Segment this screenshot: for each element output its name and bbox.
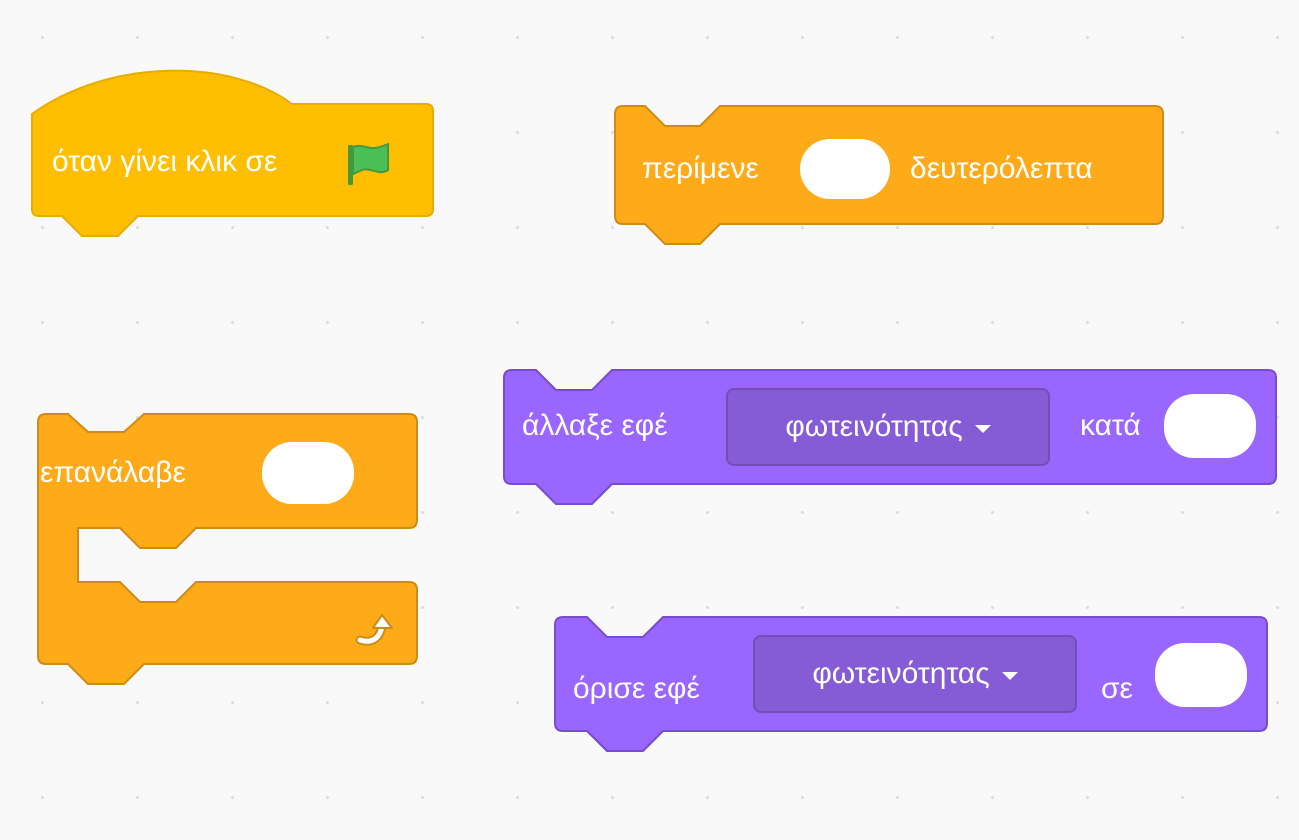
change-effect-value-input[interactable] — [1164, 394, 1256, 458]
change-effect-dropdown-value: φωτεινότητας — [785, 410, 963, 443]
set-to-label: σε — [1101, 672, 1133, 705]
set-effect-value-input[interactable] — [1155, 643, 1247, 707]
change-by-label: κατά — [1080, 409, 1141, 442]
set-effect-block[interactable]: όρισε εφέ φωτεινότητας σε — [553, 613, 1271, 765]
change-effect-dropdown[interactable]: φωτεινότητας — [726, 388, 1050, 466]
dropdown-caret-icon — [974, 424, 991, 433]
green-flag-icon — [344, 142, 392, 186]
wait-label: περίμενε — [642, 152, 759, 185]
wait-seconds-block[interactable]: περίμενε δευτερόλεπτα — [612, 104, 1168, 245]
dropdown-caret-icon — [1001, 671, 1018, 680]
set-effect-label: όρισε εφέ — [573, 672, 700, 705]
seconds-label: δευτερόλεπτα — [910, 152, 1093, 185]
loop-arrow-icon — [355, 612, 396, 648]
repeat-count-input[interactable] — [262, 442, 354, 504]
repeat-label: επανάλαβε — [40, 456, 186, 489]
repeat-block[interactable]: επανάλαβε — [36, 412, 421, 686]
change-effect-label: άλλαξε εφέ — [522, 409, 668, 442]
when-flag-clicked-block[interactable]: όταν γίνει κλικ σε — [30, 68, 435, 240]
set-effect-dropdown-value: φωτεινότητας — [812, 657, 990, 690]
change-effect-block[interactable]: άλλαξε εφέ φωτεινότητας κατά — [502, 366, 1280, 518]
when-flag-clicked-label: όταν γίνει κλικ σε — [52, 145, 278, 178]
wait-seconds-input[interactable] — [800, 139, 890, 199]
set-effect-dropdown[interactable]: φωτεινότητας — [753, 635, 1077, 713]
